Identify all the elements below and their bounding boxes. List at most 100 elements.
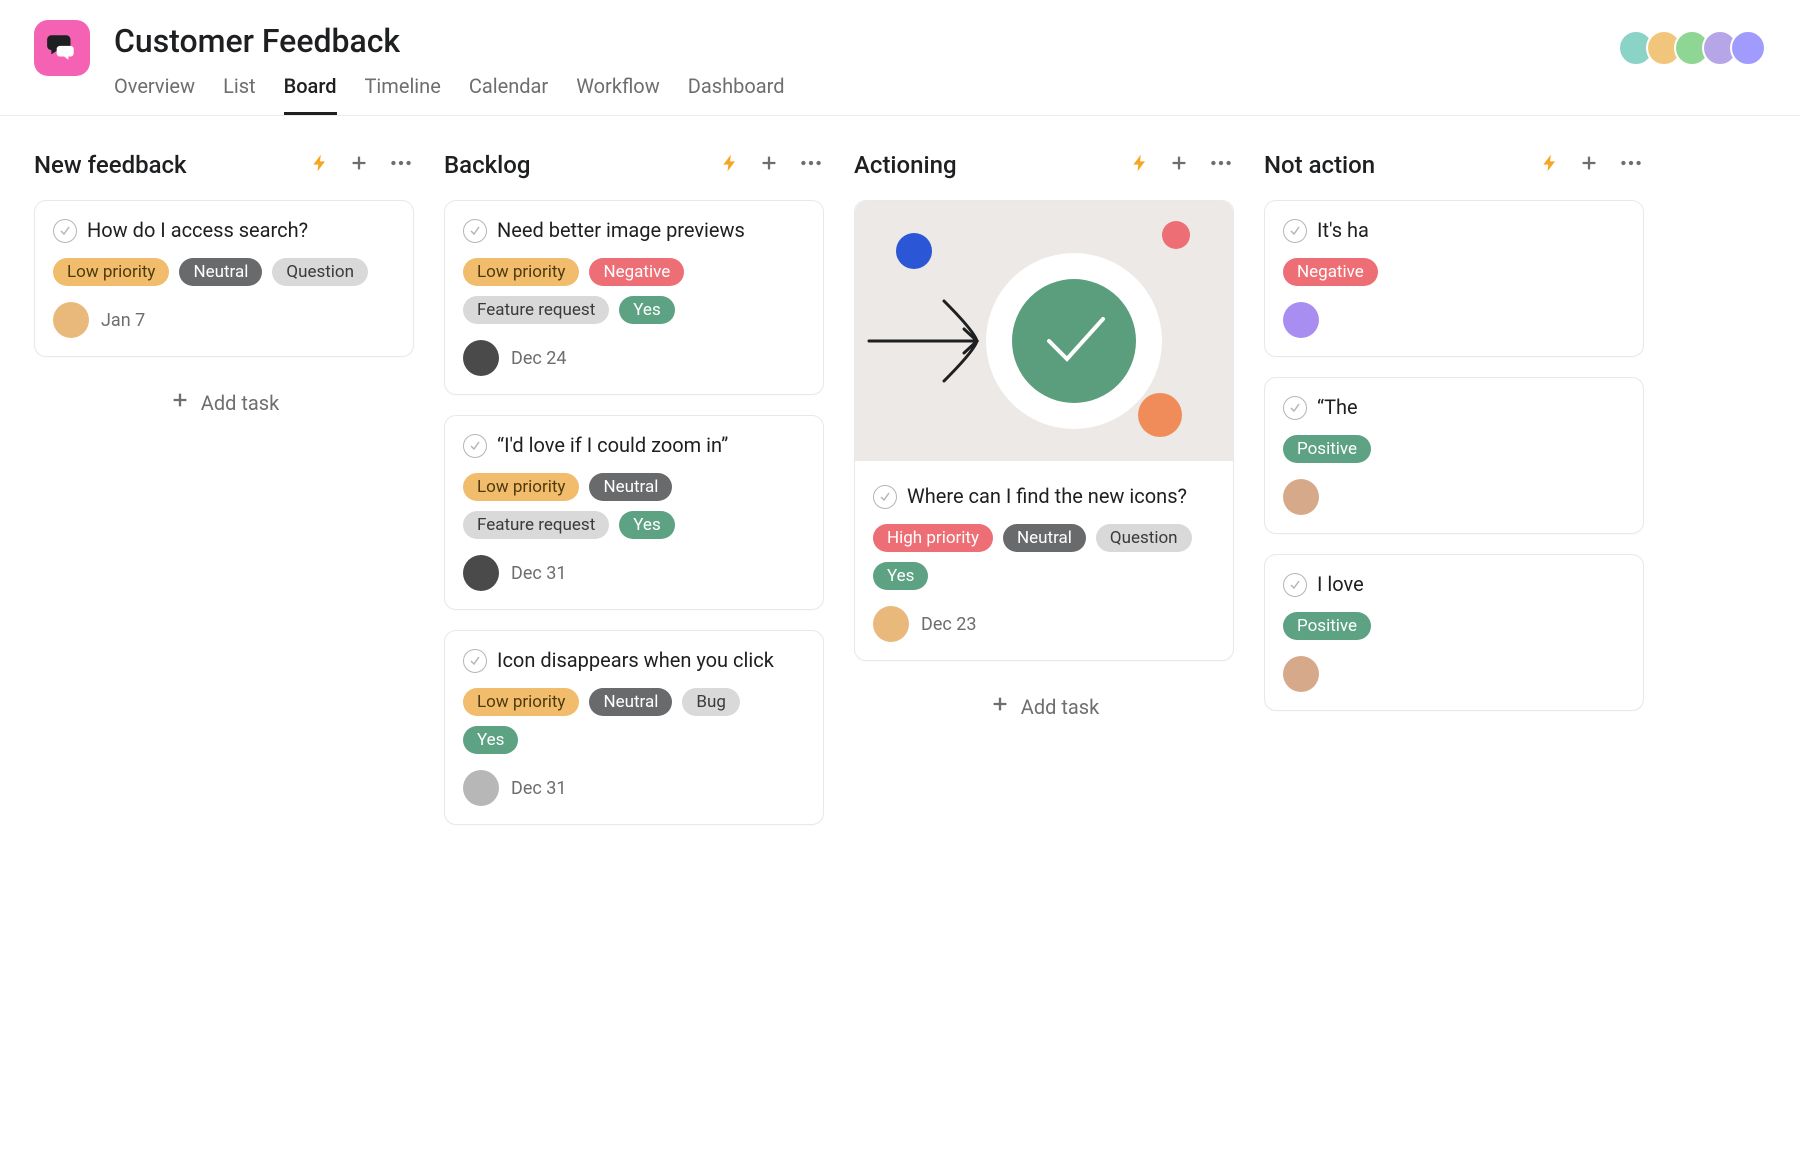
tag[interactable]: Yes [619, 296, 674, 324]
complete-check-icon[interactable] [873, 485, 897, 509]
tags-row: Positive [1283, 435, 1625, 463]
task-card[interactable]: “I'd love if I could zoom in” Low priorit… [444, 415, 824, 610]
tab-calendar[interactable]: Calendar [469, 74, 548, 115]
due-date: Dec 24 [511, 348, 566, 369]
tags-row: Low priority Neutral Bug Yes [463, 688, 805, 754]
tag[interactable]: Neutral [589, 688, 672, 716]
card-meta [1283, 656, 1625, 692]
assignee-avatar[interactable] [53, 302, 89, 338]
tags-row: Positive [1283, 612, 1625, 640]
add-icon[interactable] [1578, 152, 1600, 178]
assignee-avatar[interactable] [873, 606, 909, 642]
tag[interactable]: Neutral [179, 258, 262, 286]
add-task-button[interactable]: Add task [854, 681, 1234, 732]
tag[interactable]: Yes [463, 726, 518, 754]
task-title: “I'd love if I could zoom in” [497, 432, 728, 459]
tag[interactable]: Question [272, 258, 368, 286]
board: New feedback How do I access search?Low p… [0, 116, 1800, 879]
column-header: Not action [1264, 150, 1644, 180]
tag[interactable]: Low priority [463, 258, 579, 286]
member-strip[interactable] [1626, 30, 1766, 66]
task-card[interactable]: “The Positive [1264, 377, 1644, 534]
more-icon[interactable] [798, 150, 824, 180]
assignee-avatar[interactable] [463, 555, 499, 591]
card-cover-image [855, 201, 1233, 461]
lightning-icon[interactable] [1130, 153, 1150, 177]
page-title: Customer Feedback [114, 20, 1766, 60]
tab-dashboard[interactable]: Dashboard [688, 74, 785, 115]
plus-icon [989, 693, 1011, 720]
complete-check-icon[interactable] [463, 649, 487, 673]
tag[interactable]: Bug [682, 688, 740, 716]
tag[interactable]: Feature request [463, 296, 609, 324]
tab-list[interactable]: List [223, 74, 256, 115]
task-card[interactable]: I love Positive [1264, 554, 1644, 711]
tag[interactable]: Neutral [589, 473, 672, 501]
complete-check-icon[interactable] [463, 434, 487, 458]
task-title: It's ha [1317, 217, 1369, 244]
task-title: I love [1317, 571, 1364, 598]
tag[interactable]: Positive [1283, 612, 1371, 640]
task-card[interactable]: Where can I find the new icons? High prio… [854, 200, 1234, 661]
add-task-label: Add task [201, 391, 279, 415]
tag[interactable]: Low priority [463, 688, 579, 716]
task-card[interactable]: How do I access search?Low priorityNeutr… [34, 200, 414, 357]
lightning-icon[interactable] [720, 153, 740, 177]
assignee-avatar[interactable] [463, 340, 499, 376]
project-icon [34, 20, 90, 76]
more-icon[interactable] [1208, 150, 1234, 180]
task-card[interactable]: It's ha Negative [1264, 200, 1644, 357]
tag[interactable]: Positive [1283, 435, 1371, 463]
tag[interactable]: High priority [873, 524, 993, 552]
assignee-avatar[interactable] [1283, 302, 1319, 338]
tag[interactable]: Low priority [463, 473, 579, 501]
board-column: Backlog Need better image previewsLow pri… [444, 150, 824, 845]
column-header: Backlog [444, 150, 824, 180]
assignee-avatar[interactable] [463, 770, 499, 806]
column-header: New feedback [34, 150, 414, 180]
lightning-icon[interactable] [1540, 153, 1560, 177]
tag[interactable]: Yes [873, 562, 928, 590]
add-task-button[interactable]: Add task [34, 377, 414, 428]
tag[interactable]: Negative [589, 258, 684, 286]
more-icon[interactable] [1618, 150, 1644, 180]
assignee-avatar[interactable] [1283, 479, 1319, 515]
assignee-avatar[interactable] [1283, 656, 1319, 692]
card-meta: Dec 23 [873, 606, 1215, 642]
tags-row: High priority Neutral Question Yes [873, 524, 1215, 590]
tags-row: Low priority Neutral Feature request Yes [463, 473, 805, 539]
tag[interactable]: Question [1096, 524, 1192, 552]
tab-timeline[interactable]: Timeline [365, 74, 441, 115]
add-icon[interactable] [348, 152, 370, 178]
card-meta: Dec 31 [463, 555, 805, 591]
complete-check-icon[interactable] [53, 219, 77, 243]
member-avatar[interactable] [1730, 30, 1766, 66]
tab-workflow[interactable]: Workflow [576, 74, 660, 115]
tag[interactable]: Feature request [463, 511, 609, 539]
task-card[interactable]: Icon disappears when you clickLow priori… [444, 630, 824, 825]
tab-overview[interactable]: Overview [114, 74, 195, 115]
tag[interactable]: Negative [1283, 258, 1378, 286]
lightning-icon[interactable] [310, 153, 330, 177]
project-tabs: Overview List Board Timeline Calendar Workflo… [114, 74, 1766, 115]
complete-check-icon[interactable] [1283, 219, 1307, 243]
tag[interactable]: Yes [619, 511, 674, 539]
complete-check-icon[interactable] [463, 219, 487, 243]
board-column: New feedback How do I access search?Low p… [34, 150, 414, 428]
tag[interactable]: Neutral [1003, 524, 1086, 552]
add-icon[interactable] [758, 152, 780, 178]
add-icon[interactable] [1168, 152, 1190, 178]
tags-row: Negative [1283, 258, 1625, 286]
complete-check-icon[interactable] [1283, 573, 1307, 597]
column-title: New feedback [34, 151, 310, 179]
complete-check-icon[interactable] [1283, 396, 1307, 420]
task-title: Where can I find the new icons? [907, 483, 1187, 510]
more-icon[interactable] [388, 150, 414, 180]
task-title: “The [1317, 394, 1358, 421]
task-card[interactable]: Need better image previewsLow priorityNe… [444, 200, 824, 395]
tag[interactable]: Low priority [53, 258, 169, 286]
tab-board[interactable]: Board [284, 74, 337, 115]
due-date: Dec 31 [511, 563, 566, 584]
board-column: Not actionIt's haNegative“ThePositiveI l… [1264, 150, 1644, 731]
tags-row: Low priority Negative Feature request Yes [463, 258, 805, 324]
